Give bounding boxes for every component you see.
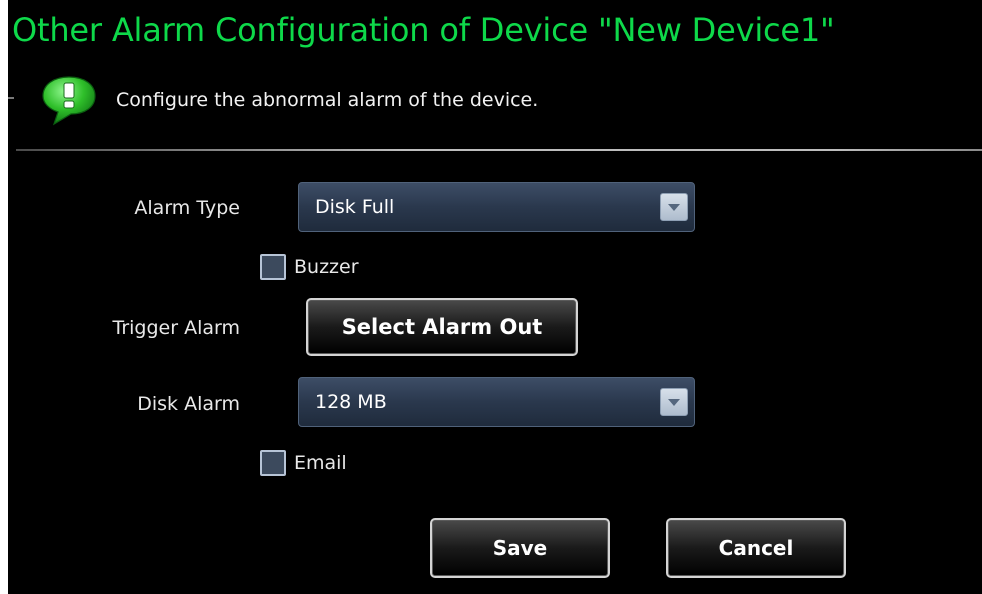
disk-alarm-label: Disk Alarm bbox=[137, 393, 240, 415]
buzzer-checkbox[interactable] bbox=[260, 254, 286, 280]
section-divider bbox=[16, 149, 982, 151]
alarm-type-value: Disk Full bbox=[315, 196, 395, 218]
disk-alarm-select[interactable]: 128 MB bbox=[298, 377, 695, 427]
alarm-type-select[interactable]: Disk Full bbox=[298, 182, 695, 232]
select-alarm-out-button[interactable]: Select Alarm Out bbox=[306, 298, 578, 356]
email-checkbox[interactable] bbox=[260, 450, 286, 476]
alarm-config-panel: Other Alarm Configuration of Device "New… bbox=[8, 0, 982, 594]
email-label: Email bbox=[294, 452, 347, 474]
chevron-down-icon[interactable] bbox=[660, 388, 688, 416]
disk-alarm-value: 128 MB bbox=[315, 391, 387, 413]
info-bubble-icon bbox=[42, 76, 96, 126]
trigger-alarm-label: Trigger Alarm bbox=[112, 317, 240, 339]
save-button[interactable]: Save bbox=[430, 518, 610, 578]
divider-tick bbox=[8, 97, 14, 99]
page-description: Configure the abnormal alarm of the devi… bbox=[116, 89, 539, 111]
cancel-button[interactable]: Cancel bbox=[666, 518, 846, 578]
chevron-down-icon[interactable] bbox=[660, 193, 688, 221]
page-title: Other Alarm Configuration of Device "New… bbox=[12, 11, 835, 49]
buzzer-label: Buzzer bbox=[294, 256, 359, 278]
alarm-type-label: Alarm Type bbox=[134, 197, 240, 219]
